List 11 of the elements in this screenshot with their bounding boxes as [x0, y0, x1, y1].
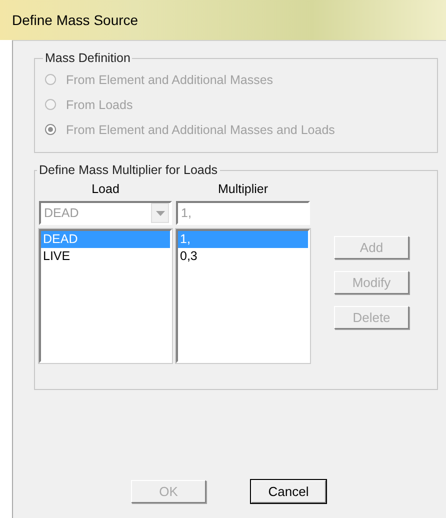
group-title: Mass Definition	[44, 51, 132, 65]
group-title: Define Mass Multiplier for Loads	[38, 163, 219, 177]
dropdown-arrow-icon	[156, 210, 164, 216]
list-item[interactable]: DEAD	[41, 231, 170, 248]
column-header: Multiplier	[216, 181, 269, 198]
column-header: Load	[90, 181, 120, 198]
list-item[interactable]: LIVE	[41, 248, 170, 265]
window-title: Define Mass Source	[12, 12, 138, 28]
list-item[interactable]: 0,3	[178, 248, 308, 265]
list-item[interactable]: 1,	[178, 231, 308, 248]
dialog-button[interactable]: Cancel	[251, 480, 326, 503]
